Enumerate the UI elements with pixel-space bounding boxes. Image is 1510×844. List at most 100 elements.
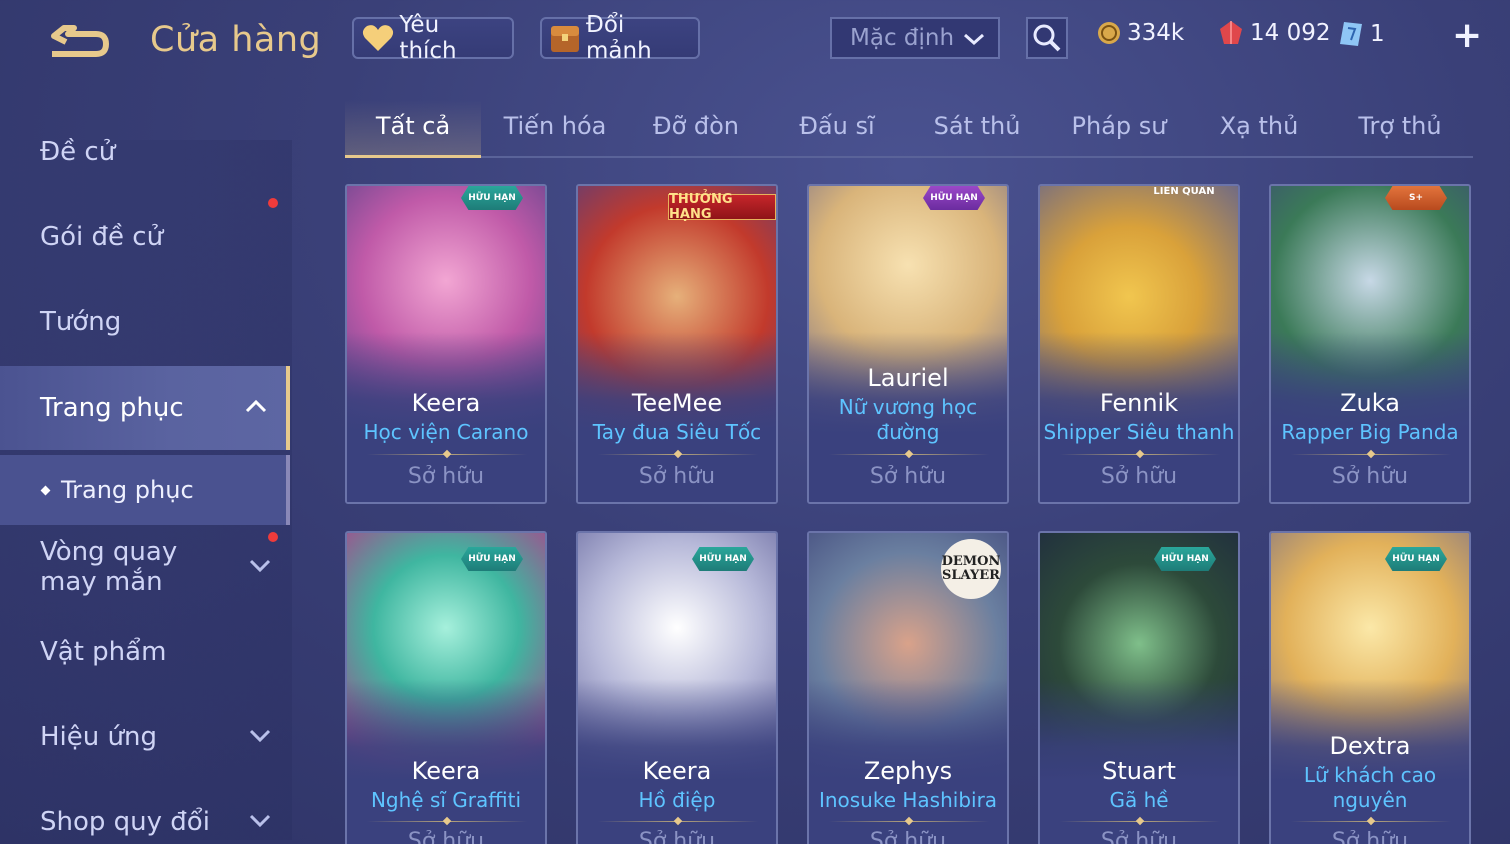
sidebar-item-label: Trang phục [40, 393, 184, 423]
owned-status: Sở hữu [407, 464, 485, 489]
lien-quan-logo: LIÊN QUÂN [1153, 186, 1215, 197]
divider [367, 454, 527, 455]
sidebar-item-label: Tướng [40, 307, 122, 337]
tab-assassin[interactable]: Sát thủ [909, 112, 1045, 140]
divider [1060, 821, 1220, 822]
skin-card[interactable]: S+ Zuka Rapper Big Panda Sở hữu [1269, 184, 1471, 504]
back-arrow-icon [51, 25, 109, 57]
favorites-label: Yêu thích [399, 12, 457, 64]
tab-mage[interactable]: Pháp sư [1051, 112, 1187, 140]
owned-status: Sở hữu [1100, 464, 1178, 489]
gold-coin-icon [1098, 22, 1120, 44]
hero-name: Stuart [1102, 757, 1176, 785]
sidebar-item-label: Gói đề cử [40, 222, 164, 252]
skin-name: Tay đua Siêu Tốc [592, 420, 762, 444]
sidebar-item-label: Vật phẩm [40, 637, 167, 667]
skin-name: Nghệ sĩ Graffiti [370, 788, 522, 812]
skin-card[interactable]: DEMON SLAYER Zephys Inosuke Hashibira Sở… [807, 531, 1009, 844]
sidebar-item-effects[interactable]: Hiệu ứng [0, 695, 290, 779]
fragments-label: Đổi mảnh [586, 12, 652, 64]
skin-name: Gã hề [1109, 788, 1169, 812]
hero-name: TeeMee [631, 389, 723, 417]
owned-status: Sở hữu [869, 829, 947, 844]
limited-badge: HỮU HẠN [461, 186, 523, 210]
fragment-exchange-button[interactable]: Đổi mảnh [540, 12, 700, 64]
page-title: Cửa hàng [150, 20, 322, 60]
divider [367, 821, 527, 822]
sidebar-item-label: Hiệu ứng [40, 722, 157, 752]
crystal-ticket-icon [1340, 22, 1362, 46]
hero-name: Zuka [1340, 389, 1400, 417]
chest-icon [548, 21, 582, 55]
gold-amount: 334k [1127, 20, 1185, 46]
divider [1291, 821, 1451, 822]
heart-icon [360, 21, 395, 55]
divider [829, 454, 989, 455]
sidebar-item-featured[interactable]: Đề cử [0, 110, 290, 194]
voucher-balance: 14 092 [1218, 20, 1330, 46]
tab-evolution[interactable]: Tiến hóa [487, 112, 623, 140]
skin-card[interactable]: HỮU HẠN Stuart Gã hề Sở hữu [1038, 531, 1240, 844]
sort-value: Mặc định [850, 25, 955, 51]
chevron-down-icon [964, 33, 984, 46]
skin-card[interactable]: HỮU HẠN Lauriel Nữ vương học đường Sở hữ… [807, 184, 1009, 504]
tab-support[interactable]: Trợ thủ [1332, 112, 1468, 140]
skin-card[interactable]: HỮU HẠN Dextra Lữ khách cao nguyên Sở hữ… [1269, 531, 1471, 844]
gold-balance: 334k [1097, 20, 1184, 46]
chevron-down-icon [249, 729, 271, 743]
back-button[interactable] [46, 22, 112, 62]
owned-status: Sở hữu [869, 464, 947, 489]
skin-card[interactable]: HỮU HẠN Keera Hồ điệp Sở hữu [576, 531, 778, 844]
sidebar-item-label: Trang phục [61, 476, 194, 504]
tab-all[interactable]: Tất cả [345, 112, 481, 140]
sidebar-item-heroes[interactable]: Tướng [0, 280, 290, 364]
skin-name: Hồ điệp [638, 788, 716, 812]
notification-dot [268, 198, 278, 208]
active-tab-indicator [345, 155, 481, 158]
sidebar-item-items[interactable]: Vật phẩm [0, 610, 290, 694]
hero-name: Keera [411, 389, 481, 417]
limited-badge: HỮU HẠN [923, 186, 985, 210]
hero-name: Keera [411, 757, 481, 785]
tab-tank[interactable]: Đỡ đòn [628, 112, 764, 140]
skin-name: Lữ khách cao nguyên [1303, 763, 1437, 812]
sort-dropdown[interactable]: Mặc định [830, 17, 1000, 59]
hero-name: Lauriel [867, 364, 949, 392]
skin-name: Học viện Carano [363, 420, 529, 444]
sidebar-item-lucky-wheel[interactable]: Vòng quay may mắn [0, 525, 290, 609]
skin-name: Nữ vương học đường [838, 395, 978, 444]
owned-status: Sở hữu [638, 829, 716, 844]
sidebar-item-exchange-shop[interactable]: Shop quy đổi [0, 780, 290, 844]
sidebar-item-label: Đề cử [40, 137, 116, 167]
owned-status: Sở hữu [1331, 829, 1409, 844]
skin-card[interactable]: LIÊN QUÂN Fennik Shipper Siêu thanh Sở h… [1038, 184, 1240, 504]
demon-slayer-logo: DEMON SLAYER [941, 539, 1001, 599]
voucher-amount: 14 092 [1250, 20, 1331, 46]
ranked-reward-ribbon: THƯỞNG HẠNG [668, 192, 776, 222]
search-icon [1033, 24, 1061, 52]
divider [1060, 454, 1220, 455]
sidebar-item-skins[interactable]: Trang phục [0, 366, 290, 450]
limited-badge: HỮU HẠN [692, 547, 754, 571]
sidebar-item-label: Shop quy đổi [40, 807, 210, 837]
favorites-button[interactable]: Yêu thích [352, 12, 514, 64]
search-button[interactable] [1026, 17, 1068, 59]
skin-name: Rapper Big Panda [1281, 420, 1459, 444]
skin-card[interactable]: HỮU HẠN Keera Nghệ sĩ Graffiti Sở hữu [345, 531, 547, 844]
skin-name: Inosuke Hashibira [818, 788, 998, 812]
owned-status: Sở hữu [1100, 829, 1178, 844]
owned-status: Sở hữu [1331, 464, 1409, 489]
skin-card[interactable]: HỮU HẠN Keera Học viện Carano Sở hữu [345, 184, 547, 504]
divider [829, 821, 989, 822]
sidebar-item-featured-packs[interactable]: Gói đề cử [0, 195, 290, 279]
add-currency-button[interactable]: + [1452, 18, 1482, 54]
ticket-balance: 1 [1338, 20, 1385, 48]
owned-status: Sở hữu [407, 829, 485, 844]
skin-card[interactable]: THƯỞNG HẠNG TeeMee Tay đua Siêu Tốc Sở h… [576, 184, 778, 504]
tab-fighter[interactable]: Đấu sĩ [769, 112, 905, 140]
tab-marksman[interactable]: Xạ thủ [1191, 112, 1327, 140]
skin-name: Shipper Siêu thanh [1043, 420, 1235, 444]
divider [598, 454, 758, 455]
sidebar-subitem-skins[interactable]: Trang phục [0, 455, 290, 525]
limited-badge: HỮU HẠN [1154, 547, 1216, 571]
